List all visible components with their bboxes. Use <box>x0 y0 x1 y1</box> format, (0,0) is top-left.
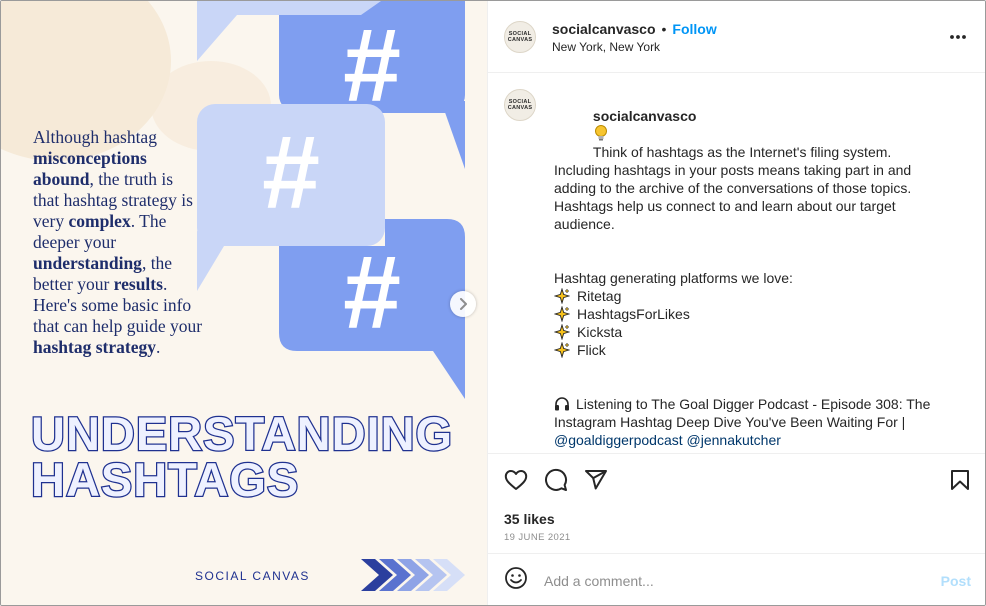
list-item: Ritetag <box>554 287 946 305</box>
action-icon-row <box>504 454 971 506</box>
body-text-segment: Although hashtag <box>33 127 157 147</box>
post-image-body-text: Although hashtag misconceptions abound, … <box>33 127 203 358</box>
next-slide-button[interactable] <box>450 291 476 317</box>
emphasis-text: complex <box>68 211 131 231</box>
emoji-button[interactable] <box>504 566 532 595</box>
list-item: Kicksta <box>554 323 946 341</box>
platform-name: Flick <box>577 342 606 358</box>
comment-button[interactable] <box>544 460 584 500</box>
post-header: SOCIAL CANVAS socialcanvasco • Follow New … <box>488 1 985 73</box>
location-link[interactable]: New York, New York <box>552 40 717 54</box>
post-image: # # # Although hashtag misconceptions ab… <box>1 1 487 605</box>
share-button[interactable] <box>584 460 624 500</box>
platform-name: Ritetag <box>577 288 622 304</box>
likes-count[interactable]: 35 likes <box>504 510 971 528</box>
caption-intro: Think of hashtags as the Internet's fili… <box>554 144 916 232</box>
list-item: Flick <box>554 341 946 359</box>
comment-bar: Post <box>488 553 985 605</box>
heart-icon <box>504 470 528 490</box>
username-link[interactable]: socialcanvasco <box>552 21 656 37</box>
svg-text:#: # <box>262 115 320 231</box>
save-button[interactable] <box>931 460 971 500</box>
emphasis-text: hashtag strategy <box>33 337 156 357</box>
emphasis-text: understanding <box>33 253 142 273</box>
platforms-heading: Hashtag generating platforms we love: <box>554 270 793 286</box>
like-button[interactable] <box>504 460 544 500</box>
bookmark-icon <box>951 470 969 490</box>
sparkles-icon <box>554 306 570 322</box>
sparkles-icon <box>554 324 570 340</box>
podcast-text: Listening to The Goal Digger Podcast - E… <box>554 396 931 430</box>
lightbulb-icon <box>594 125 607 141</box>
post-actions: 35 likes 19 JUNE 2021 <box>488 453 985 543</box>
chevron-right-icon <box>460 298 467 310</box>
caption-section: SOCIAL CANVAS socialcanvasco Think of ha… <box>488 73 985 453</box>
headline-line-2: HASHTAGS <box>30 453 300 506</box>
mention-link[interactable]: @goaldiggerpodcast <box>554 432 683 448</box>
instagram-post-window: # # # Although hashtag misconceptions ab… <box>0 0 986 606</box>
comment-input[interactable] <box>544 572 941 589</box>
post-image-headline: UNDERSTANDING HASHTAGS <box>30 407 454 506</box>
platform-name: Kicksta <box>577 324 623 340</box>
caption-text: socialcanvasco Think of hashtags as the … <box>554 89 946 453</box>
list-item: HashtagsForLikes <box>554 305 946 323</box>
comment-icon <box>545 468 568 491</box>
sparkles-icon <box>554 288 570 304</box>
post-author: socialcanvasco • Follow New York, New York <box>552 20 717 54</box>
mention-link[interactable]: @jennakutcher <box>687 432 781 448</box>
hashtag-bubble-bottom: # <box>279 219 465 399</box>
emphasis-text: results <box>113 274 163 294</box>
post-date[interactable]: 19 JUNE 2021 <box>504 532 971 543</box>
body-text-segment: . <box>155 337 161 357</box>
avatar[interactable]: SOCIAL CANVAS <box>504 20 536 53</box>
arrow-chevrons-graphic <box>361 559 465 591</box>
post-comment-button[interactable]: Post <box>941 573 971 589</box>
avatar-logo-text: SOCIAL CANVAS <box>507 99 533 111</box>
avatar-logo-text: SOCIAL CANVAS <box>507 30 533 43</box>
brand-wordmark: SOCIAL CANVAS <box>195 569 310 583</box>
follow-button[interactable]: Follow <box>672 21 716 37</box>
emoji-icon <box>505 567 527 589</box>
headphones-icon <box>555 397 569 411</box>
svg-text:#: # <box>343 235 401 351</box>
podcast-line: Listening to The Goal Digger Podcast - E… <box>554 395 946 449</box>
headline-line-1: UNDERSTANDING <box>30 407 454 460</box>
separator-dot: • <box>661 20 667 37</box>
platform-name: HashtagsForLikes <box>577 306 690 322</box>
caption-username-link[interactable]: socialcanvasco <box>593 108 697 124</box>
avatar[interactable]: SOCIAL CANVAS <box>504 89 536 121</box>
sparkles-icon <box>554 342 570 358</box>
share-icon <box>585 470 607 490</box>
post-details-panel: SOCIAL CANVAS socialcanvasco • Follow New … <box>487 1 985 605</box>
more-options-icon[interactable] <box>949 27 967 47</box>
